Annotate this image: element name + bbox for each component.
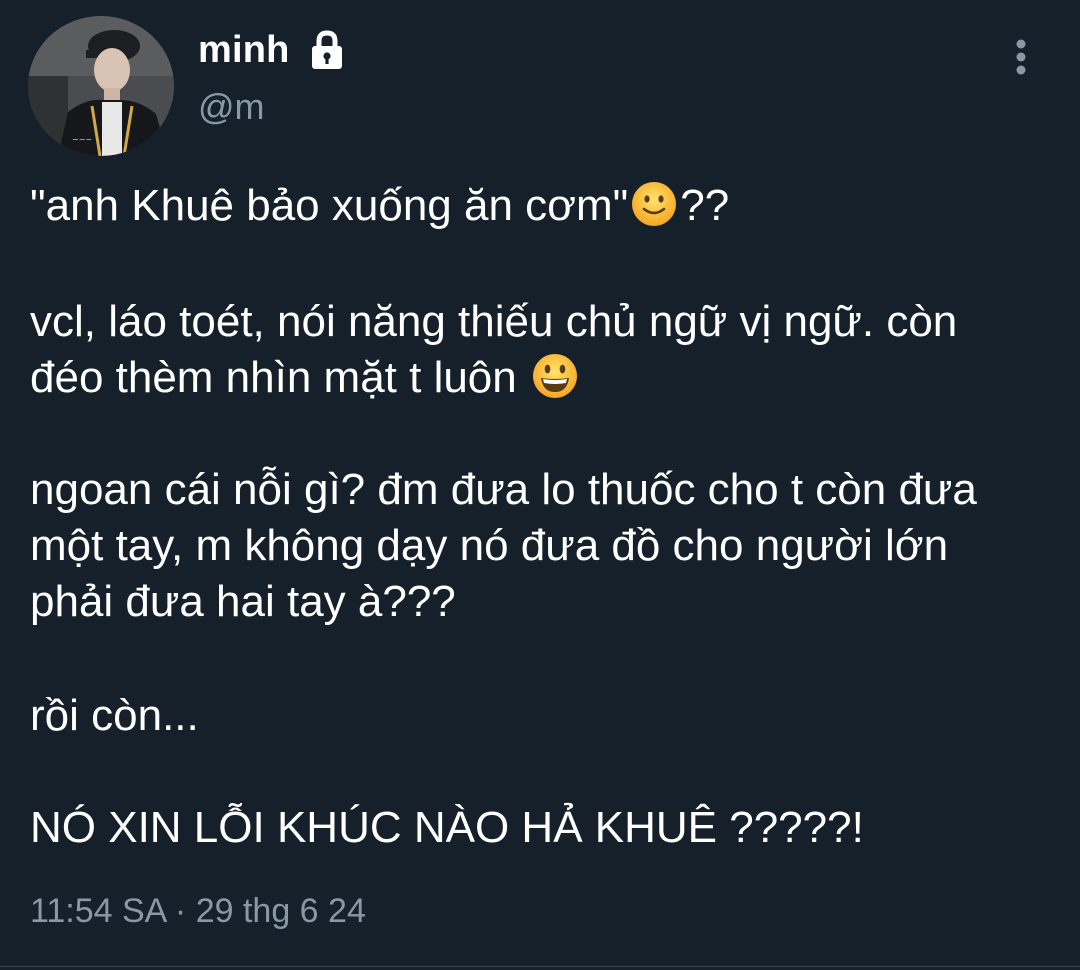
tweet-line-2b: đéo thèm nhìn mặt t luôn — [30, 350, 581, 406]
name-row: minh — [198, 24, 346, 76]
svg-text:~~~: ~~~ — [72, 135, 92, 144]
tweet-line-1: "anh Khuê bảo xuống ăn cơm"?? — [30, 178, 729, 234]
grinning-face-icon — [531, 352, 579, 400]
divider — [0, 966, 1080, 967]
tweet-line-3b: một tay, m không dạy nó đưa đồ cho người… — [30, 521, 949, 570]
tweet-line-2a: vcl, láo toét, nói năng thiếu chủ ngữ vị… — [30, 297, 958, 346]
user-handle[interactable]: @m — [198, 86, 265, 128]
more-options-icon[interactable] — [1008, 38, 1034, 78]
lock-icon — [308, 29, 346, 71]
tweet-line-1-text: "anh Khuê bảo xuống ăn cơm" — [30, 181, 629, 230]
tweet-card: ~~~ minh @m "anh Khuê bảo xuống ăn cơm"?… — [0, 0, 1080, 970]
slightly-smiling-face-icon — [630, 180, 678, 228]
tweet-line-3c: phải đưa hai tay à??? — [30, 577, 456, 626]
tweet-line-2b-text: đéo thèm nhìn mặt t luôn — [30, 353, 529, 402]
tweet-line-3a: ngoan cái nỗi gì? đm đưa lo thuốc cho t … — [30, 465, 977, 514]
tweet-line-4: rồi còn... — [30, 691, 199, 740]
tweet-line-5: NÓ XIN LỖI KHÚC NÀO HẢ KHUÊ ?????! — [30, 803, 864, 852]
tweet-line-1-suffix: ?? — [680, 181, 730, 230]
tweet-timestamp[interactable]: 11:54 SA · 29 thg 6 24 — [30, 892, 366, 931]
display-name[interactable]: minh — [198, 29, 290, 72]
avatar[interactable]: ~~~ — [28, 16, 174, 156]
avatar-photo-icon: ~~~ — [28, 16, 174, 156]
